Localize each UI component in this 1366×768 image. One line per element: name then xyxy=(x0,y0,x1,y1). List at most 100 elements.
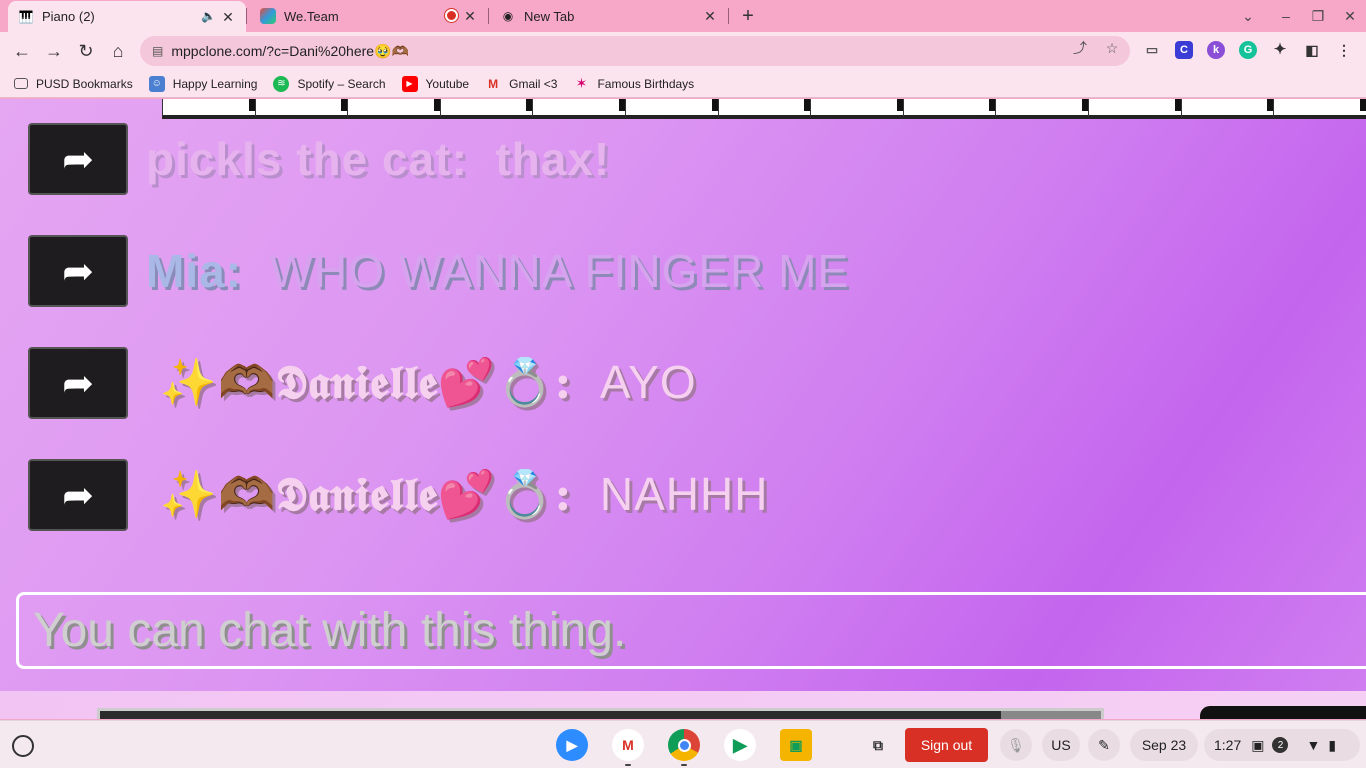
chat-message: ➦ pickls the cat: thax! xyxy=(28,123,610,195)
tab-strip: 🎹 Piano (2) 🔈 ✕ We.Team ✕ ◉ New Tab ✕ + … xyxy=(0,0,1366,32)
bookmark-star-icon[interactable]: ☆ xyxy=(1103,39,1121,57)
spotify-icon: ≋ xyxy=(273,75,290,92)
message-author: ✨🫶🏾𝕯𝖆𝖓𝖎𝖊𝖑𝖑𝖊💕💍: xyxy=(159,467,573,521)
piano-key[interactable] xyxy=(1273,99,1366,119)
reply-button[interactable]: ➦ xyxy=(28,347,128,419)
piano-key[interactable] xyxy=(810,99,910,119)
progress-fill xyxy=(100,711,1001,719)
bottom-panel xyxy=(1200,706,1366,719)
keyboard-layout[interactable]: US xyxy=(1042,729,1080,761)
bookmark-gmail[interactable]: M Gmail <3 xyxy=(485,76,557,92)
classroom-icon[interactable]: ▣ xyxy=(780,729,812,761)
bookmark-label: Happy Learning xyxy=(172,76,258,91)
piano-key[interactable] xyxy=(347,99,447,119)
tab-divider xyxy=(488,8,489,24)
chat-message: ➦ ✨🫶🏾𝕯𝖆𝖓𝖎𝖊𝖑𝖑𝖊💕💍: NAHHH xyxy=(28,459,768,531)
tab-title: Piano (2) xyxy=(42,9,95,24)
c-extension-icon[interactable]: C xyxy=(1175,41,1193,59)
tab-weteam[interactable]: We.Team ✕ xyxy=(250,0,488,32)
reload-icon[interactable]: ↻ xyxy=(74,39,98,63)
piano-page: ➦ pickls the cat: thax! ➦ Mia: WHO WANNA… xyxy=(0,99,1366,719)
puzzle-icon[interactable]: ✦ xyxy=(1271,41,1289,59)
bookmark-spotify[interactable]: ≋ Spotify – Search xyxy=(273,75,386,92)
audio-playing-icon[interactable]: 🔈 xyxy=(201,9,216,23)
home-icon[interactable]: ⌂ xyxy=(106,39,130,63)
wifi-icon: ▼ xyxy=(1306,737,1321,753)
time-display: 1:27 xyxy=(1214,737,1242,753)
piano-key[interactable] xyxy=(625,99,725,119)
piano-key[interactable] xyxy=(995,99,1095,119)
pen-icon[interactable]: ✎ xyxy=(1088,729,1120,761)
sidepanel-icon[interactable]: ◧ xyxy=(1303,41,1321,59)
minimize-icon[interactable]: – xyxy=(1276,6,1296,26)
loading-progress-bar xyxy=(97,708,1104,719)
date-display[interactable]: Sep 23 xyxy=(1130,729,1198,761)
desk-icon[interactable]: ⧉ xyxy=(862,729,894,761)
bookmark-label: Famous Birthdays xyxy=(597,76,695,91)
microphone-icon[interactable]: 🎙 xyxy=(1000,729,1032,761)
status-area[interactable]: 1:27 ▣ 2 ▼ ▮ xyxy=(1204,729,1360,761)
share-icon[interactable]: ⤴ xyxy=(1071,39,1089,57)
message-text: NAHHH xyxy=(599,468,769,520)
piano-key[interactable] xyxy=(1088,99,1188,119)
folder-icon xyxy=(14,78,28,89)
reply-arrow-icon: ➦ xyxy=(62,250,94,293)
message-author: ✨🫶🏾𝕯𝖆𝖓𝖎𝖊𝖑𝖑𝖊💕💍: xyxy=(159,355,573,409)
tab-divider xyxy=(246,8,247,24)
play-store-icon[interactable]: ▶ xyxy=(724,729,756,761)
bookmark-famous-birthdays[interactable]: ✶ Famous Birthdays xyxy=(573,75,695,92)
bookmark-happy-learning[interactable]: ☺ Happy Learning xyxy=(148,75,258,92)
bookmark-label: Gmail <3 xyxy=(509,76,558,91)
piano-key[interactable] xyxy=(717,99,817,119)
gmail-icon[interactable]: M xyxy=(612,729,644,761)
message-text: thax! xyxy=(495,133,611,185)
k-extension-icon[interactable]: k xyxy=(1207,41,1225,59)
grammarly-icon[interactable]: G xyxy=(1239,41,1257,59)
chat-message: ➦ Mia: WHO WANNA FINGER ME xyxy=(28,235,849,307)
cast-icon[interactable]: ▭ xyxy=(1143,41,1161,59)
piano-keyboard[interactable] xyxy=(162,99,1366,121)
piano-key[interactable] xyxy=(162,99,262,119)
screen-capture-icon: ▣ xyxy=(1251,736,1265,753)
chrome-icon[interactable] xyxy=(668,729,700,761)
site-info-icon[interactable]: ▤ xyxy=(152,44,163,58)
os-shelf: ▶ M ▶ ▣ ⧉ Sign out 🎙 US ✎ Sep 23 1:27 ▣ … xyxy=(0,720,1366,768)
restore-icon[interactable]: ❐ xyxy=(1308,6,1328,26)
tab-piano[interactable]: 🎹 Piano (2) 🔈 ✕ xyxy=(8,1,246,32)
zoom-icon[interactable]: ▶ xyxy=(556,729,588,761)
close-icon[interactable]: ✕ xyxy=(462,8,478,24)
star-icon: ✶ xyxy=(575,75,588,91)
piano-key[interactable] xyxy=(532,99,632,119)
forward-icon[interactable]: → xyxy=(42,39,66,63)
reply-button[interactable]: ➦ xyxy=(28,459,128,531)
gmail-icon: M xyxy=(488,76,499,91)
piano-key[interactable] xyxy=(439,99,540,119)
window-close-icon[interactable]: ✕ xyxy=(1340,6,1360,26)
menu-icon[interactable]: ⋮ xyxy=(1335,41,1353,59)
message-text: WHO WANNA FINGER ME xyxy=(269,245,850,297)
piano-key[interactable] xyxy=(1180,99,1280,119)
bookmark-youtube[interactable]: ▶ Youtube xyxy=(401,75,469,92)
tab-title: New Tab xyxy=(524,8,575,24)
tab-new-tab[interactable]: ◉ New Tab ✕ xyxy=(490,0,728,32)
new-tab-button[interactable]: + xyxy=(737,5,759,27)
address-bar[interactable]: ▤ mppclone.com/?c=Dani%20here🥹🫶🏾 xyxy=(140,36,1130,66)
reply-button[interactable]: ➦ xyxy=(28,123,128,195)
chat-input[interactable]: You can chat with this thing. xyxy=(16,592,1366,669)
launcher-icon[interactable] xyxy=(12,735,34,757)
sign-out-button[interactable]: Sign out xyxy=(905,728,988,762)
back-icon[interactable]: ← xyxy=(10,39,34,63)
tab-search-icon[interactable]: ⌄ xyxy=(1238,6,1258,26)
bookmarks-bar: PUSD Bookmarks ☺ Happy Learning ≋ Spotif… xyxy=(0,70,1366,98)
weteam-icon xyxy=(260,8,276,24)
chat-message: ➦ ✨🫶🏾𝕯𝖆𝖓𝖎𝖊𝖑𝖑𝖊💕💍: AYO xyxy=(28,347,697,419)
reply-arrow-icon: ➦ xyxy=(62,474,94,517)
piano-key[interactable] xyxy=(902,99,1003,119)
app-open-indicator xyxy=(625,764,631,766)
close-icon[interactable]: ✕ xyxy=(220,9,236,25)
bookmark-pusd[interactable]: PUSD Bookmarks xyxy=(14,77,133,91)
close-icon[interactable]: ✕ xyxy=(702,8,718,24)
piano-key[interactable] xyxy=(254,99,354,119)
reply-button[interactable]: ➦ xyxy=(28,235,128,307)
message-author: Mia: xyxy=(146,245,242,297)
